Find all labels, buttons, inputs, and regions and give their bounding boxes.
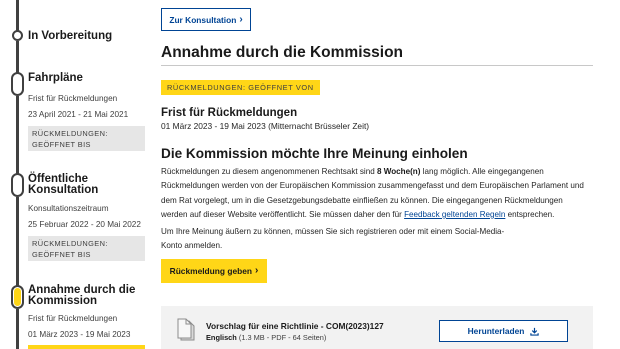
download-button-label: Herunterladen	[467, 326, 525, 336]
download-icon	[530, 327, 540, 336]
paragraph-line: Um Ihre Meinung äußern zu können, müssen…	[161, 227, 505, 236]
stage-consultation-title-line: Konsultation	[28, 184, 99, 196]
stage-consultation-sublabel: Konsultationszeitraum	[28, 204, 109, 213]
deadline-dates: 01 März 2023 - 19 Mai 2023 (Mitternacht …	[161, 121, 370, 131]
back-to-consultation-button[interactable]: Zur Konsultation ›	[161, 8, 251, 31]
stage-adoption-sublabel: Frist für Rückmeldungen	[28, 314, 118, 323]
stage-roadmaps-title: Fahrpläne	[28, 72, 83, 84]
stage-prep-title: In Vorbereitung	[28, 30, 113, 42]
feedback-button-label: Rückmeldung geben	[169, 266, 253, 276]
timeline-line	[16, 41, 19, 73]
document-title: Vorschlag für eine Richtlinie - COM(2023…	[206, 321, 384, 331]
paragraph-line: Rückmeldungen werden von der Europäische…	[161, 181, 584, 191]
paragraph-line: werden auf dieser Website veröffentlicht…	[161, 208, 601, 222]
stage-roadmaps-badge: RÜCKMELDUNGEN: GEÖFFNET BIS	[28, 126, 145, 151]
paragraph-line: Konto anmelden.	[161, 241, 223, 251]
document-icon	[177, 318, 195, 341]
document-size: (1.3 MB - PDF - 64 Seiten)	[236, 333, 327, 342]
paragraph-text: entsprechen.	[505, 209, 555, 219]
paragraph-text: werden auf dieser Website veröffentlicht…	[161, 209, 405, 219]
document-language: Englisch	[206, 333, 237, 342]
stage-adoption-title-line: Kommission	[28, 295, 98, 307]
deadline-title: Frist für Rückmeldungen	[161, 107, 298, 119]
chevron-right-icon: ›	[255, 265, 259, 276]
page-title: Annahme durch die Kommission	[161, 44, 404, 61]
stage-consultation-badge: RÜCKMELDUNGEN: GEÖFFNET BIS	[28, 236, 145, 261]
stage-roadmaps-sublabel: Frist für Rückmeldungen	[28, 94, 118, 103]
opinion-paragraph: Rückmeldungen zu diesem angenommenen Rec…	[161, 165, 601, 222]
paragraph-text: lang möglich. Alle eingegangenen	[420, 167, 544, 176]
give-feedback-button[interactable]: Rückmeldung geben ›	[161, 259, 267, 283]
timeline: In Vorbereitung Fahrpläne Frist für Rück…	[0, 0, 150, 349]
timeline-active-pill-icon	[11, 285, 24, 309]
stage-consultation-dates: 25 Februar 2022 - 20 Mai 2022	[28, 220, 141, 229]
stage-adoption-dates: 01 März 2023 - 19 Mai 2023	[28, 330, 131, 339]
registration-paragraph: Um Ihre Meinung äußern zu können, müssen…	[161, 225, 601, 254]
badge-line: GEÖFFNET BIS	[32, 250, 91, 259]
paragraph-line: Rückmeldungen zu diesem angenommenen Rec…	[161, 165, 601, 179]
timeline-line	[16, 96, 19, 174]
stage-consultation-title: Öffentliche Konsultation	[28, 173, 148, 196]
timeline-pill-icon	[11, 72, 24, 96]
paragraph-line: dem Rat vorgelegt, um in die Gesetzgebun…	[161, 195, 563, 205]
badge-line: RÜCKMELDUNGEN:	[32, 239, 108, 248]
timeline-line	[16, 309, 19, 349]
status-badge: RÜCKMELDUNGEN: GEÖFFNET VON	[161, 80, 320, 95]
paragraph-bold: 8 Woche(n)	[376, 167, 421, 176]
stage-adoption-highlight	[28, 345, 145, 349]
badge-line: RÜCKMELDUNGEN:	[32, 129, 108, 138]
chevron-right-icon: ›	[239, 13, 243, 25]
stage-roadmaps-dates: 23 April 2021 - 21 Mai 2021	[28, 110, 129, 119]
paragraph-text: Rückmeldungen zu diesem angenommenen Rec…	[161, 167, 377, 176]
document-meta: Englisch (1.3 MB - PDF - 64 Seiten)	[206, 333, 326, 342]
feedback-rules-link[interactable]: Feedback geltenden Regeln	[404, 210, 505, 219]
back-button-label: Zur Konsultation	[169, 14, 237, 25]
download-button[interactable]: Herunterladen	[439, 320, 568, 342]
stage-adoption-title: Annahme durch die Kommission	[28, 284, 148, 307]
timeline-line	[16, 197, 19, 286]
timeline-dot-icon	[12, 30, 23, 41]
divider	[161, 65, 593, 66]
opinion-heading: Die Kommission möchte Ihre Meinung einho…	[161, 146, 468, 161]
badge-line: GEÖFFNET BIS	[32, 140, 91, 149]
timeline-pill-icon	[11, 173, 24, 197]
timeline-line	[16, 0, 19, 31]
